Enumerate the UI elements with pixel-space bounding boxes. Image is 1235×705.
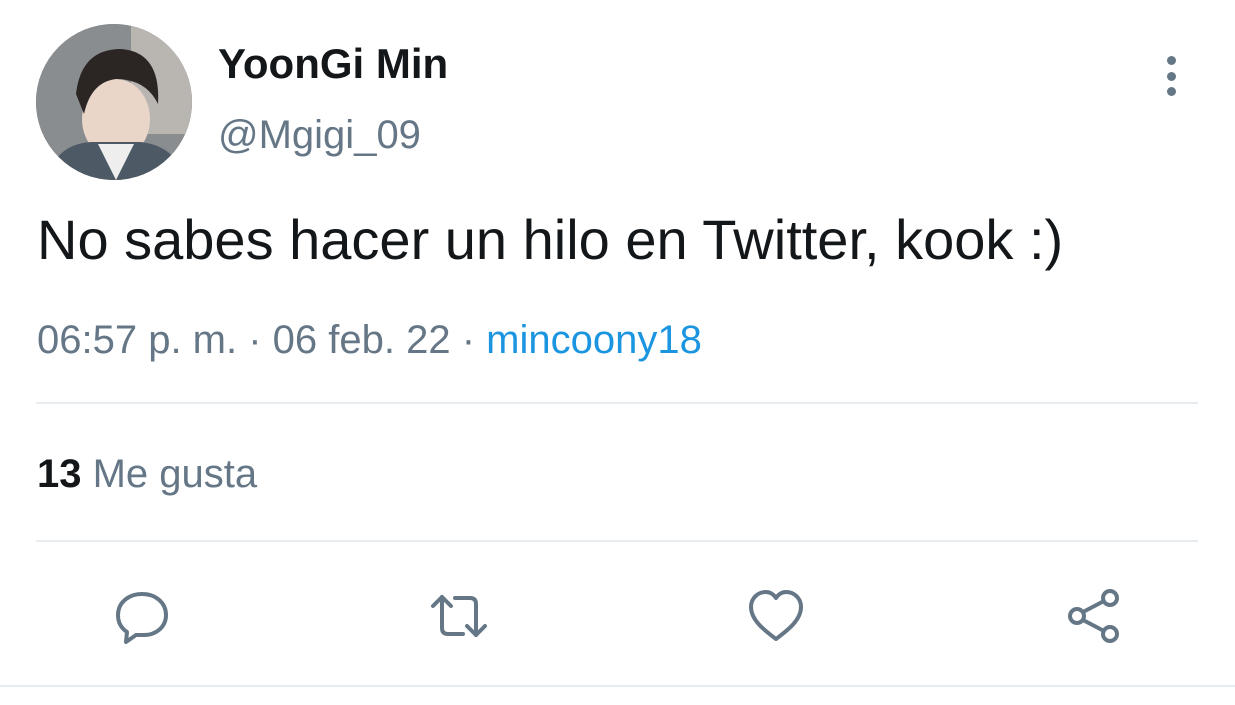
more-options-button[interactable]: [1150, 52, 1192, 100]
tweet: YoonGi Min @Mgigi_09 No sabes hacer un h…: [0, 0, 1235, 705]
avatar[interactable]: [36, 24, 192, 180]
tweet-date: 06 feb. 22: [272, 318, 451, 362]
reply-icon: [116, 592, 168, 644]
retweet-icon: [431, 595, 487, 637]
likes-count: 13: [37, 452, 82, 496]
meta-separator: ·: [450, 318, 487, 362]
reply-button[interactable]: [110, 584, 174, 648]
divider: [36, 402, 1198, 404]
author-name[interactable]: YoonGi Min: [218, 40, 448, 88]
retweet-button[interactable]: [427, 584, 491, 648]
divider: [0, 685, 1235, 687]
more-vertical-icon: [1166, 56, 1176, 65]
tweet-source-link[interactable]: mincoony18: [486, 318, 702, 362]
likes-summary[interactable]: 13 Me gusta: [37, 450, 257, 498]
likes-label: Me gusta: [81, 452, 258, 496]
tweet-text: No sabes hacer un hilo en Twitter, kook …: [37, 208, 1064, 271]
share-button[interactable]: [1062, 584, 1126, 648]
heart-icon: [749, 590, 803, 641]
author-handle[interactable]: @Mgigi_09: [218, 111, 421, 159]
divider: [36, 540, 1198, 542]
like-button[interactable]: [744, 584, 808, 648]
share-icon: [1068, 589, 1119, 643]
tweet-time: 06:57 p. m.: [37, 318, 238, 362]
meta-separator: ·: [237, 318, 273, 362]
tweet-meta: 06:57 p. m. · 06 feb. 22 · mincoony18: [37, 316, 702, 364]
